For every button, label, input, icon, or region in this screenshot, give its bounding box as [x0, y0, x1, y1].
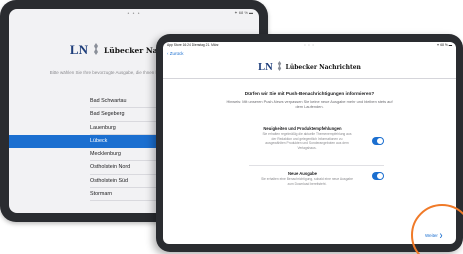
push-question: Dürfen wir Sie mit Push-Benachrichtigung…: [244, 91, 375, 96]
status-dots: • • •: [304, 43, 315, 47]
status-dots: • • •: [127, 11, 141, 17]
push-explanation: Hinweis: Mit unseren Push-News verpassen…: [226, 99, 393, 110]
new-edition-toggle[interactable]: [372, 172, 384, 180]
option-title: Neuigkeiten und Produktempfehlungen: [263, 126, 342, 131]
option-new-edition: Neue Ausgabe Sie erhalten eine Benachric…: [249, 171, 384, 201]
crest-icon: [93, 43, 99, 57]
crest-icon: [277, 61, 282, 73]
ln-logo: LN: [69, 42, 88, 57]
option-description: Sie erhalten eine Benachrichtigung, soba…: [261, 177, 353, 186]
brand-logo: LN Lübecker Nachrichten: [163, 61, 456, 73]
status-battery: ✦ 68 % ▬: [234, 10, 253, 15]
status-bar: App Store 16:24 Dienstag 21. März • • • …: [167, 43, 452, 48]
option-title: Neue Ausgabe: [288, 171, 317, 176]
toggle-knob: [377, 137, 384, 144]
stage: • • • ✦ 68 % ▬ LN Lübecker Nachrichten B…: [0, 0, 463, 254]
header-divider: [163, 78, 456, 79]
toggle-knob: [377, 172, 384, 179]
back-button[interactable]: ‹ Zurück: [167, 51, 184, 56]
option-description: Sie erhalten regelmäßig die aktuelle The…: [262, 132, 352, 150]
back-button-label: Zurück: [169, 51, 184, 56]
option-news: Neuigkeiten und Produktempfehlungen Sie …: [249, 126, 384, 166]
push-settings-screen: App Store 16:24 Dienstag 21. März • • • …: [163, 42, 456, 244]
option-divider: [249, 165, 384, 166]
news-toggle[interactable]: [372, 137, 384, 145]
ln-logo: LN: [258, 61, 273, 73]
status-battery: ✦ 68 % ▬: [436, 43, 452, 47]
brand-name: Lübecker Nachrichten: [285, 63, 361, 71]
